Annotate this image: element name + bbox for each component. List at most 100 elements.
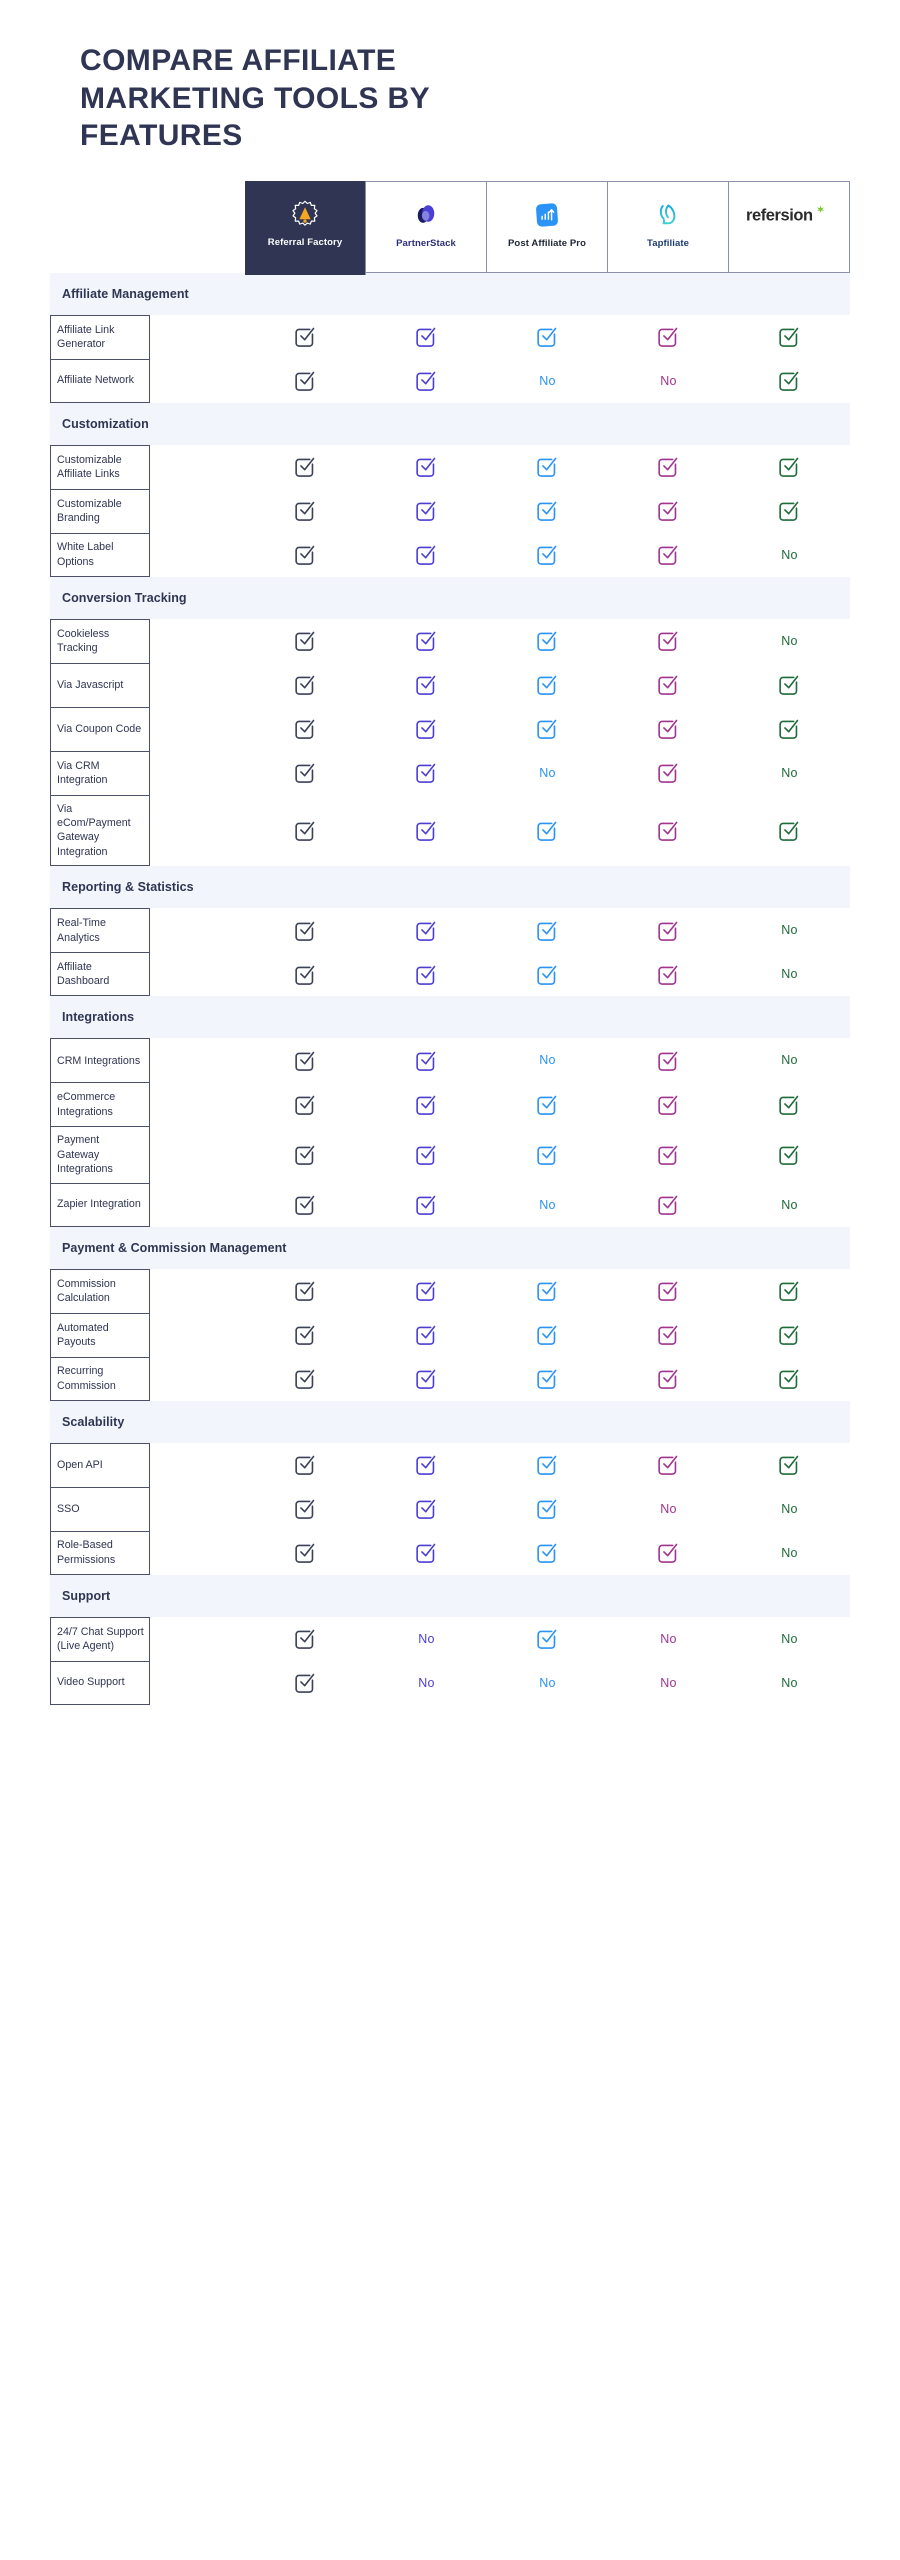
check-icon: [487, 908, 608, 952]
feature-label: Customizable Affiliate Links: [50, 444, 150, 489]
feature-values: No No No: [245, 1617, 850, 1661]
check-icon: [608, 952, 729, 996]
feature-values: No No: [245, 751, 850, 795]
table-header-cell-refersion[interactable]: refersion: [729, 181, 849, 272]
check-icon: [487, 315, 608, 359]
check-icon: [487, 445, 608, 489]
check-icon: [245, 908, 366, 952]
check-icon: [608, 1443, 729, 1487]
comparison-page: COMPARE AFFILIATE MARKETING TOOLS BY FEA…: [0, 0, 900, 2560]
check-icon: [487, 1531, 608, 1575]
check-icon: [487, 489, 608, 533]
table-row: Via Javascript: [50, 662, 850, 707]
no-value-label: No: [729, 1617, 850, 1661]
section-title: Customization: [62, 416, 149, 431]
feature-label: Role-Based Permissions: [50, 1530, 150, 1575]
check-icon: [366, 1443, 487, 1487]
section-header-customization: Customization: [50, 402, 850, 445]
check-icon: [487, 1269, 608, 1313]
check-icon: [608, 445, 729, 489]
check-icon: [366, 795, 487, 867]
check-icon: [608, 1126, 729, 1182]
feature-label: eCommerce Integrations: [50, 1082, 150, 1127]
table-row: Affiliate Dashboard No: [50, 952, 850, 997]
check-icon: [366, 489, 487, 533]
page-title: COMPARE AFFILIATE MARKETING TOOLS BY FEA…: [80, 44, 430, 152]
no-label: No: [660, 373, 677, 388]
check-icon: [608, 1357, 729, 1401]
no-label: No: [781, 967, 798, 982]
feature-label: Cookieless Tracking: [50, 618, 150, 663]
feature-label: Via CRM Integration: [50, 750, 150, 795]
feature-values: No: [245, 1531, 850, 1575]
tapfiliate-logo-icon: [653, 195, 683, 235]
check-icon: [608, 1082, 729, 1126]
table-header-cell-partnerstack[interactable]: PartnerStack: [366, 181, 487, 272]
check-icon: [245, 1357, 366, 1401]
feature-values: No No No No: [245, 1661, 850, 1705]
no-label: No: [418, 1675, 435, 1690]
check-icon: [245, 1617, 366, 1661]
no-value-label: No: [608, 1661, 729, 1705]
check-icon: [245, 1313, 366, 1357]
feature-values: [245, 1082, 850, 1126]
table-row: eCommerce Integrations: [50, 1082, 850, 1127]
check-icon: [608, 795, 729, 867]
no-label: No: [781, 1053, 798, 1068]
check-icon: [487, 533, 608, 577]
no-value-label: No: [729, 952, 850, 996]
partnerstack-logo-icon: [411, 195, 441, 235]
check-icon: [245, 707, 366, 751]
feature-label: 24/7 Chat Support (Live Agent): [50, 1616, 150, 1661]
no-value-label: No: [487, 751, 608, 795]
check-icon: [245, 533, 366, 577]
table-row: White Label Options No: [50, 532, 850, 577]
no-value-label: No: [487, 1183, 608, 1227]
check-icon: [729, 489, 850, 533]
feature-label: Affiliate Network: [50, 358, 150, 403]
check-icon: [245, 1183, 366, 1227]
check-icon: [245, 619, 366, 663]
no-value-label: No: [487, 1038, 608, 1082]
table-header-cell-referral-factory[interactable]: Referral Factory: [245, 180, 366, 275]
no-value-label: No: [487, 359, 608, 403]
check-icon: [487, 952, 608, 996]
section-title: Conversion Tracking: [62, 590, 187, 605]
table-row: Payment Gateway Integrations: [50, 1126, 850, 1183]
brand-name-label: Tapfiliate: [647, 237, 689, 249]
brand-name-label: Post Affiliate Pro: [508, 237, 586, 249]
check-icon: [487, 663, 608, 707]
no-value-label: No: [608, 1617, 729, 1661]
table-header-cell-tapfiliate[interactable]: Tapfiliate: [608, 181, 729, 272]
table-row: Cookieless Tracking No: [50, 618, 850, 663]
check-icon: [608, 619, 729, 663]
section-header-support: Support: [50, 1574, 850, 1617]
check-icon: [245, 663, 366, 707]
check-icon: [729, 795, 850, 867]
check-icon: [366, 1531, 487, 1575]
check-icon: [245, 1269, 366, 1313]
check-icon: [729, 663, 850, 707]
check-icon: [366, 952, 487, 996]
no-label: No: [539, 1053, 556, 1068]
check-icon: [245, 1443, 366, 1487]
check-icon: [366, 1313, 487, 1357]
table-header-cell-post-affiliate-pro[interactable]: Post Affiliate Pro: [487, 181, 608, 272]
check-icon: [729, 359, 850, 403]
no-label: No: [660, 1631, 677, 1646]
check-icon: [366, 619, 487, 663]
table-row: Real-Time Analytics No: [50, 908, 850, 953]
section-header-integrations: Integrations: [50, 996, 850, 1039]
feature-values: [245, 1269, 850, 1313]
no-value-label: No: [366, 1617, 487, 1661]
no-value-label: No: [366, 1661, 487, 1705]
check-icon: [487, 1082, 608, 1126]
table-row: SSO No No: [50, 1486, 850, 1531]
no-label: No: [781, 765, 798, 780]
check-icon: [608, 1313, 729, 1357]
feature-values: No No: [245, 1038, 850, 1082]
feature-label: Zapier Integration: [50, 1182, 150, 1227]
section-header-reporting-statistics: Reporting & Statistics: [50, 866, 850, 909]
no-label: No: [660, 1675, 677, 1690]
section-title: Scalability: [62, 1414, 125, 1429]
